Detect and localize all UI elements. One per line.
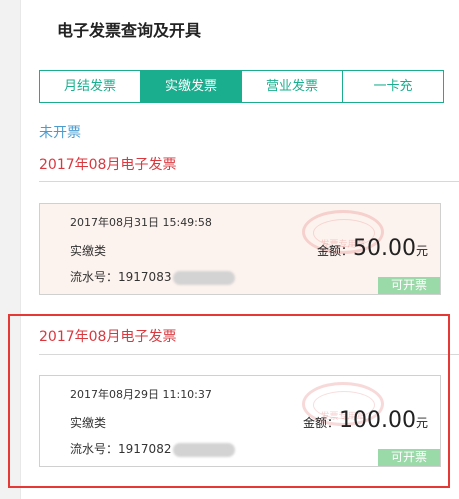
month-heading: 2017年08月电子发票 bbox=[39, 157, 177, 173]
invoice-datetime: 2017年08月31日 15:49:58 bbox=[70, 216, 212, 229]
amount-value: 50.00 bbox=[353, 236, 416, 261]
tab-monthly-invoice[interactable]: 月结发票 bbox=[40, 71, 141, 102]
serial-number: 1917083 bbox=[118, 270, 172, 284]
invoice-type: 实缴类 bbox=[70, 244, 107, 258]
serial-label: 流水号： bbox=[70, 270, 119, 284]
tab-one-card-topup[interactable]: 一卡充 bbox=[343, 71, 443, 102]
status-label: 未开票 bbox=[39, 125, 81, 141]
divider bbox=[39, 181, 459, 182]
tab-business-invoice[interactable]: 营业发票 bbox=[242, 71, 343, 102]
page: 电子发票查询及开具 月结发票 实缴发票 营业发票 一卡充 未开票 2017年08… bbox=[0, 0, 459, 499]
invoice-serial: 流水号：1917083 bbox=[70, 268, 236, 285]
page-title: 电子发票查询及开具 bbox=[57, 21, 202, 40]
serial-redaction bbox=[173, 270, 236, 285]
highlight-box bbox=[8, 314, 450, 488]
invoice-card[interactable]: 发票专用章 2017年08月31日 15:49:58 实缴类 流水号：19170… bbox=[39, 203, 441, 295]
invoice-amount: 金额：50.00元 bbox=[317, 236, 428, 261]
tab-paid-invoice[interactable]: 实缴发票 bbox=[141, 71, 242, 102]
amount-unit: 元 bbox=[415, 244, 428, 258]
issue-invoice-button[interactable]: 可开票 bbox=[378, 277, 440, 294]
amount-label: 金额： bbox=[316, 244, 353, 258]
invoice-type-tabs: 月结发票 实缴发票 营业发票 一卡充 bbox=[39, 70, 444, 103]
